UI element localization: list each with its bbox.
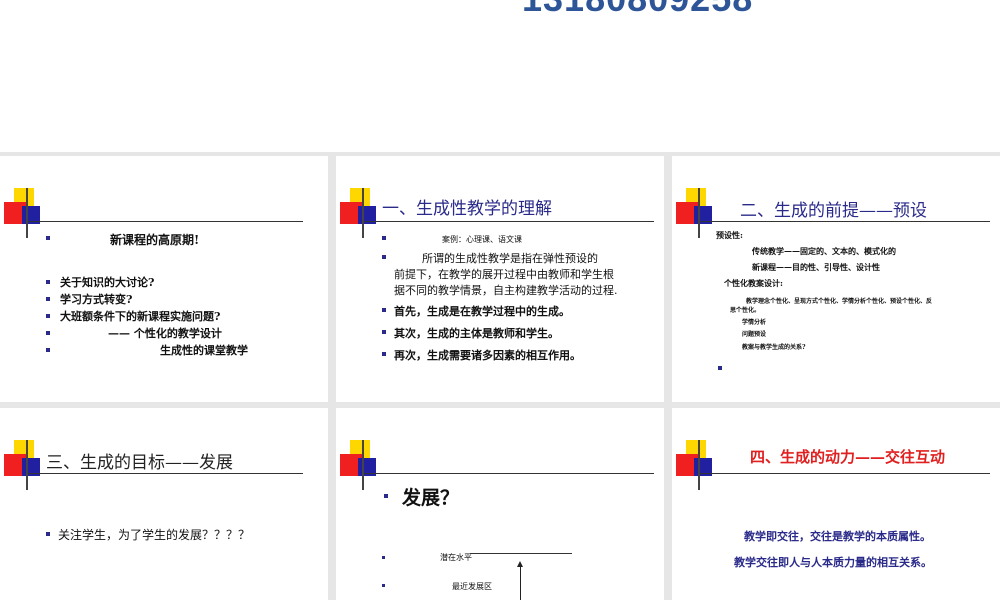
- slide-title: 二、生成的前提——预设: [740, 201, 927, 221]
- list-item: 关于知识的大讨论?: [60, 276, 155, 289]
- content-line: 教学交往即人与人本质力量的相互关系。: [734, 556, 932, 569]
- list-item: 关注学生，为了学生的发展？？？？: [58, 528, 251, 542]
- slide-4[interactable]: 三、生成的目标——发展 关注学生，为了学生的发展？？？？: [0, 408, 328, 600]
- bullet-icon: [46, 280, 50, 284]
- bullet-icon: [382, 236, 386, 240]
- bullet-icon: [382, 352, 386, 356]
- list-item: 大班额条件下的新课程实施问题?: [60, 310, 221, 323]
- bullet-icon: [46, 236, 50, 240]
- list-item: 生成性的课堂教学: [160, 344, 248, 357]
- list-item: 再次，生成需要诸多因素的相互作用。: [394, 349, 581, 362]
- case-label: 案例：心理课、语文课: [442, 235, 522, 244]
- list-item: 其次，生成的主体是教师和学生。: [394, 327, 559, 340]
- slide-6[interactable]: 四、生成的动力——交往互动 教学即交往，交往是教学的本质属性。 教学交往即人与人…: [672, 408, 1000, 600]
- bullet-icon: [46, 314, 50, 318]
- definition-line: 所谓的生成性教学是指在弹性预设的: [422, 252, 598, 265]
- bullet-icon: [382, 308, 386, 312]
- title-rule: [700, 473, 990, 474]
- content-line: 传统教学——固定的、文本的、模式化的: [752, 246, 896, 256]
- bullet-icon: [46, 532, 50, 536]
- arrow-up-icon: [517, 561, 523, 567]
- content-line: 思个性化。: [730, 307, 761, 314]
- bullet-icon: [384, 494, 388, 498]
- content-line: 教案与教学生成的关系?: [742, 344, 806, 351]
- bullet-icon: [382, 255, 386, 259]
- title-rule: [700, 221, 990, 222]
- list-item: 学习方式转变?: [60, 293, 133, 306]
- slide-title: 四、生成的动力——交往互动: [750, 448, 946, 466]
- bullet-icon: [382, 556, 385, 559]
- zone-label: 最近发展区: [452, 582, 492, 591]
- bullet-icon: [46, 348, 50, 352]
- top-banner: 13180809258: [0, 0, 1000, 152]
- phone-number: 13180809258: [522, 0, 753, 20]
- level-label: 潜在水平: [440, 553, 472, 562]
- slide-logo-icon: [2, 188, 62, 238]
- content-line: 问题预设: [742, 331, 767, 338]
- list-item: —— 个性化的教学设计: [108, 327, 222, 340]
- bullet-icon: [46, 331, 50, 335]
- title-rule: [364, 473, 654, 474]
- definition-line: 前提下，在教学的展开过程中由教师和学生根: [394, 268, 614, 281]
- slide-title: 三、生成的目标——发展: [46, 453, 233, 473]
- content-line: 个性化教案设计:: [724, 278, 783, 288]
- content-line: 学情分析: [742, 319, 767, 326]
- definition-line: 据不同的教学情景，自主构建教学活动的过程.: [394, 284, 618, 297]
- arrow-line: [520, 566, 521, 600]
- slide-heading: 发展？: [402, 487, 460, 509]
- content-line: 预设性:: [716, 230, 743, 240]
- bullet-icon: [382, 330, 386, 334]
- slide-3[interactable]: 二、生成的前提——预设 预设性: 传统教学——固定的、文本的、模式化的 新课程—…: [672, 156, 1000, 402]
- slide-heading: 新课程的高原期!: [110, 233, 200, 247]
- slide-1[interactable]: 新课程的高原期! 关于知识的大讨论? 学习方式转变? 大班额条件下的新课程实施问…: [0, 156, 328, 402]
- content-line: 教学理念个性化、呈现方式个性化、学情分析个性化、预设个性化、反: [746, 298, 933, 305]
- title-rule: [364, 221, 654, 222]
- content-line: 新课程——目的性、引导性、设计性: [752, 262, 880, 272]
- content-line: 教学即交往，交往是教学的本质属性。: [744, 530, 931, 543]
- bullet-icon: [382, 584, 385, 587]
- title-rule: [28, 221, 303, 222]
- slide-logo-icon: [674, 440, 734, 490]
- slide-title: 一、生成性教学的理解: [382, 199, 552, 219]
- level-line: [470, 553, 572, 554]
- slide-2[interactable]: 一、生成性教学的理解 案例：心理课、语文课 所谓的生成性教学是指在弹性预设的 前…: [336, 156, 664, 402]
- title-rule: [28, 473, 303, 474]
- list-item: 首先，生成是在教学过程中的生成。: [394, 305, 570, 318]
- bullet-icon: [718, 366, 722, 370]
- slide-5[interactable]: 发展？ 潜在水平 最近发展区: [336, 408, 664, 600]
- bullet-icon: [46, 297, 50, 301]
- slide-logo-icon: [338, 440, 398, 490]
